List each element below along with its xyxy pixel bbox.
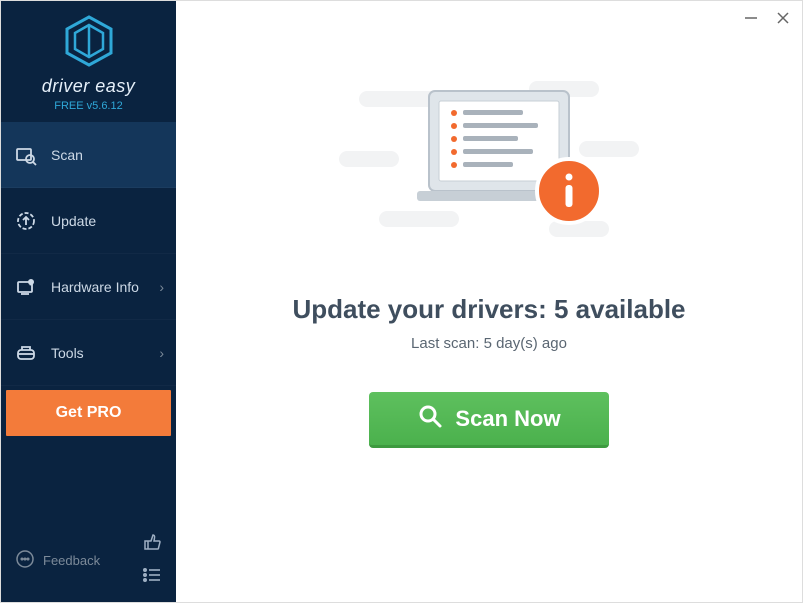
laptop-illustration: [329, 61, 649, 266]
feedback-button[interactable]: Feedback: [15, 549, 100, 572]
get-pro-label: Get PRO: [56, 404, 122, 422]
logo-area: driver easy FREE v5.6.12: [1, 1, 176, 122]
close-button[interactable]: [774, 9, 792, 27]
hardware-info-icon: i: [15, 276, 37, 298]
feedback-label: Feedback: [43, 553, 100, 568]
scan-now-button[interactable]: Scan Now: [369, 392, 609, 448]
scan-button-label: Scan Now: [455, 406, 560, 432]
sidebar-item-label: Update: [51, 213, 96, 229]
brand-name: driver easy: [1, 76, 176, 97]
tools-icon: [15, 342, 37, 364]
window-controls: [742, 9, 792, 27]
sidebar-item-label: Hardware Info: [51, 279, 139, 295]
app-window: driver easy FREE v5.6.12 Scan: [1, 1, 802, 602]
main-panel: Update your drivers: 5 available Last sc…: [176, 1, 802, 602]
sidebar-item-label: Scan: [51, 147, 83, 163]
search-icon: [417, 403, 443, 435]
brand-version: FREE v5.6.12: [1, 100, 176, 112]
thumbs-up-icon[interactable]: [142, 532, 162, 557]
sidebar-item-scan[interactable]: Scan: [1, 122, 176, 188]
minimize-button[interactable]: [742, 9, 760, 27]
chevron-right-icon: ›: [159, 345, 164, 361]
get-pro-button[interactable]: Get PRO: [6, 390, 171, 436]
last-scan-text: Last scan: 5 day(s) ago: [411, 335, 567, 352]
sidebar-item-hardware-info[interactable]: i Hardware Info ›: [1, 254, 176, 320]
chevron-right-icon: ›: [159, 279, 164, 295]
scan-icon: [15, 144, 37, 166]
sidebar-item-label: Tools: [51, 345, 84, 361]
logo-icon: [1, 15, 176, 72]
list-menu-icon[interactable]: [142, 567, 162, 588]
sidebar-item-update[interactable]: Update: [1, 188, 176, 254]
footer-icons: [142, 532, 162, 588]
feedback-icon: [15, 549, 35, 572]
update-icon: [15, 210, 37, 232]
headline-text: Update your drivers: 5 available: [292, 294, 685, 325]
sidebar-nav: Scan Update i: [1, 122, 176, 386]
sidebar-item-tools[interactable]: Tools ›: [1, 320, 176, 386]
sidebar: driver easy FREE v5.6.12 Scan: [1, 1, 176, 602]
sidebar-footer: Feedback: [1, 522, 176, 602]
